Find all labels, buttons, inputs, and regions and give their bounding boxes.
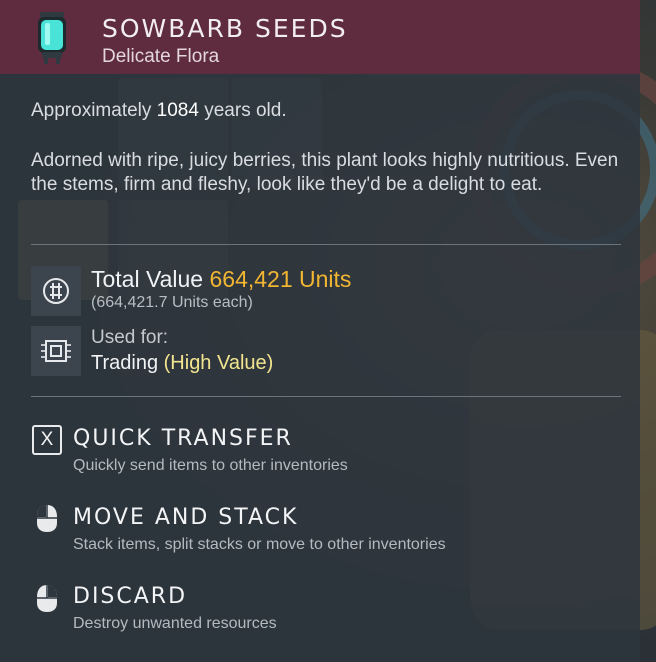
chip-icon	[41, 340, 71, 362]
mouse-left-click-icon	[37, 505, 57, 532]
usage-use: Trading	[91, 352, 159, 374]
age-suffix: years old.	[204, 100, 287, 121]
divider	[31, 396, 621, 397]
total-value-amount: 664,421 Units	[209, 266, 352, 292]
total-value: Total Value 664,421 Units	[91, 266, 351, 293]
discard-action[interactable]: Discard	[73, 584, 187, 609]
usage-qualifier: (High Value)	[163, 352, 274, 374]
mouse-right-click-icon	[37, 585, 57, 612]
value-each: (664,421.7 Units each)	[91, 294, 253, 311]
tooltip-header: Sowbarb Seeds Delicate Flora	[0, 0, 640, 74]
item-age: Approximately 1084 years old.	[31, 100, 287, 122]
usage-value: Trading (High Value)	[91, 352, 273, 375]
discard-description: Destroy unwanted resources	[73, 615, 277, 632]
item-category: Delicate Flora	[102, 46, 220, 67]
quick-transfer-action[interactable]: Quick Transfer	[73, 426, 293, 451]
move-and-stack-action[interactable]: Move and Stack	[73, 505, 298, 530]
item-name: Sowbarb Seeds	[102, 14, 348, 43]
move-and-stack-description: Stack items, split stacks or move to oth…	[73, 536, 446, 553]
divider	[31, 244, 621, 245]
value-icon-box	[31, 266, 81, 316]
total-value-label: Total Value	[91, 266, 204, 292]
quick-transfer-description: Quickly send items to other inventories	[73, 457, 348, 474]
item-description: Adorned with ripe, juicy berries, this p…	[31, 150, 619, 195]
usage-label: Used for:	[91, 327, 169, 348]
x-key-icon: X	[32, 425, 62, 455]
usage-icon-box	[31, 326, 81, 376]
age-value: 1084	[156, 100, 199, 121]
item-tooltip-panel: Sowbarb Seeds Delicate Flora Approximate…	[0, 0, 640, 662]
seed-capsule-icon	[38, 12, 66, 64]
units-currency-icon	[43, 278, 69, 304]
age-prefix: Approximately	[31, 100, 152, 121]
